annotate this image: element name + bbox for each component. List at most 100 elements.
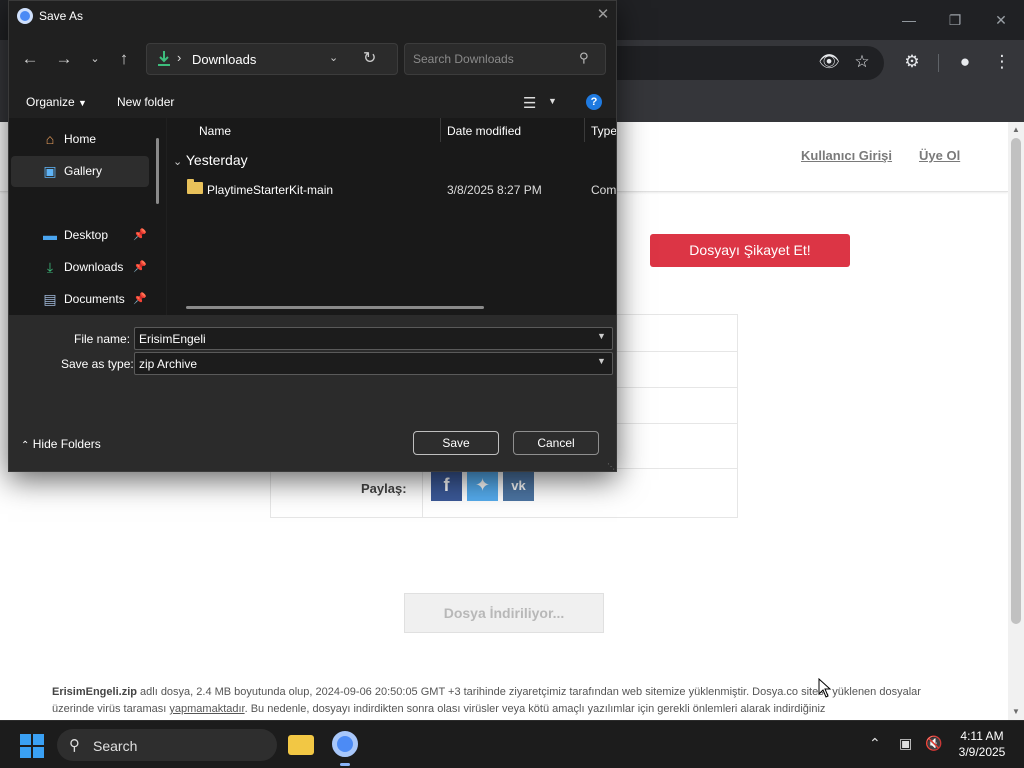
show-hidden-icons-icon[interactable]: ⌃ [869,735,881,752]
resize-grip-icon[interactable]: ⋱ [607,462,615,471]
menu-icon[interactable]: ⋮ [990,50,1014,74]
view-options-icon[interactable]: ☰ [523,94,536,112]
file-list-pane: Name Date modified Type ⌄ Yesterday Play… [167,118,616,315]
file-row[interactable]: PlaytimeStarterKit-main 3/8/2025 8:27 PM… [167,178,616,202]
cancel-button[interactable]: Cancel [513,431,599,455]
column-header-type[interactable]: Type [591,124,616,138]
clock-date: 3/9/2025 [958,745,1006,759]
column-divider[interactable] [584,118,585,142]
extensions-icon[interactable]: ⚙ [900,50,924,74]
scroll-thumb[interactable] [1011,138,1021,624]
view-caret-icon[interactable]: ▼ [548,96,557,106]
download-icon: ⤓ [46,259,54,275]
breadcrumb-separator-icon: › [177,50,182,65]
chevron-down-icon[interactable]: ▼ [597,356,606,366]
group-header-yesterday[interactable]: ⌄ Yesterday [173,152,248,168]
login-link[interactable]: Kullanıcı Girişi [801,148,892,163]
file-name: PlaytimeStarterKit-main [207,183,334,197]
horizontal-scrollbar[interactable] [186,306,484,309]
search-box[interactable]: Search Downloads ⚲ [404,43,606,75]
volume-muted-icon[interactable]: 🔇 [925,735,942,752]
minimize-icon[interactable]: — [894,8,924,32]
column-header-date[interactable]: Date modified [447,124,521,138]
twitter-icon[interactable]: ✦ [467,470,498,501]
organize-label: Organize [26,95,75,109]
nav-item-gallery[interactable]: ▣ Gallery [11,156,149,187]
clock-time: 4:11 AM [960,729,1004,743]
facebook-icon[interactable]: f [431,470,462,501]
close-icon[interactable]: ✕ [593,5,613,25]
pin-icon[interactable]: 📌 [133,260,147,273]
save-type-label: Save as type: [61,357,134,371]
address-box[interactable]: › Downloads ⌄ ↻ [146,43,398,75]
download-button[interactable]: Dosya İndiriliyor... [404,593,604,633]
nav-item-downloads[interactable]: ⤓ Downloads 📌 [11,252,149,283]
bookmark-star-icon[interactable]: ☆ [850,50,874,74]
chevron-down-icon[interactable]: ▼ [597,331,606,341]
nav-item-documents[interactable]: ▤ Documents 📌 [11,284,149,315]
restore-icon[interactable]: ❐ [940,8,970,32]
search-icon: ⚲ [579,50,589,65]
nav-scrollbar[interactable] [156,138,159,204]
address-path[interactable]: Downloads [192,52,256,67]
desktop-icon: ▬ [43,227,57,243]
back-icon[interactable]: ← [18,47,42,71]
pin-icon[interactable]: 📌 [133,228,147,241]
forward-icon[interactable]: → [52,47,76,71]
save-button[interactable]: Save [413,431,499,455]
recent-locations-icon[interactable]: ⌄ [83,47,107,71]
address-bar[interactable] [616,46,884,80]
organize-button[interactable]: Organize ▼ [26,95,87,109]
scroll-down-icon[interactable]: ▼ [1011,706,1021,718]
pin-icon[interactable]: 📌 [133,292,147,305]
nav-item-desktop[interactable]: ▬ Desktop 📌 [11,220,149,251]
nav-item-label: Gallery [64,164,103,178]
no-virus-scan-link[interactable]: yapmamaktadır [169,703,244,715]
network-icon[interactable]: ▣ [899,735,912,752]
windows-logo-tile [33,734,44,745]
taskbar-search[interactable]: ⚲ Search [57,729,277,761]
taskbar: ⚲ Search ⌃ ▣ 🔇 4:11 AM 3/9/2025 [0,720,1024,768]
column-header-name[interactable]: Name [199,124,231,138]
file-type: Com [591,183,616,197]
chevron-up-icon: ⌃ [21,440,30,451]
hide-folders-button[interactable]: ⌃ Hide Folders [21,437,101,451]
save-type-select[interactable]: ▼ [134,352,613,375]
vk-icon[interactable]: vk [503,470,534,501]
help-icon[interactable]: ? [586,94,602,110]
nav-item-label: Documents [64,292,125,306]
documents-icon: ▤ [43,291,57,307]
close-window-icon[interactable]: ✕ [986,8,1016,32]
nav-item-label: Downloads [64,260,124,274]
column-divider[interactable] [440,118,441,142]
group-label: Yesterday [185,152,248,168]
start-button[interactable] [20,734,44,758]
toolbar-divider [938,54,939,72]
report-file-button[interactable]: Dosyayı Şikayet Et! [650,234,850,267]
save-as-dialog: Save As ✕ ← → ⌄ ↑ › Downloads ⌄ ↻ Search… [8,0,617,472]
address-dropdown-icon[interactable]: ⌄ [329,51,338,64]
tracking-protection-icon[interactable]: 👁 [817,50,841,74]
chrome-icon[interactable] [332,731,358,757]
scroll-up-icon[interactable]: ▲ [1011,124,1021,136]
save-type-value[interactable] [139,356,579,371]
file-name-field[interactable]: ▼ [134,327,613,350]
new-folder-button[interactable]: New folder [117,95,174,109]
search-input[interactable]: Search Downloads [413,52,514,66]
up-icon[interactable]: ↑ [112,47,136,71]
nav-item-label: Desktop [64,228,109,242]
signup-link[interactable]: Üye Ol [919,148,960,163]
navigation-pane: ⌂ Home ▣ Gallery ▬ Desktop 📌 ⤓ Downloads… [9,118,166,315]
profile-icon[interactable]: ● [953,50,977,74]
page-scrollbar[interactable]: ▲ ▼ [1008,122,1024,720]
dialog-bottom-pane: File name: ▼ Save as type: ▼ ⌃ Hide Fold… [9,315,616,471]
file-name-input[interactable] [139,331,579,346]
share-label: Paylaş: [361,481,407,496]
refresh-icon[interactable]: ↻ [363,48,376,68]
nav-item-home[interactable]: ⌂ Home [11,124,149,155]
file-explorer-icon[interactable] [288,735,314,755]
gallery-icon: ▣ [43,163,57,179]
windows-logo-tile [20,734,31,745]
mouse-cursor-icon [818,678,832,698]
taskbar-clock[interactable]: 4:11 AM 3/9/2025 [952,728,1012,760]
